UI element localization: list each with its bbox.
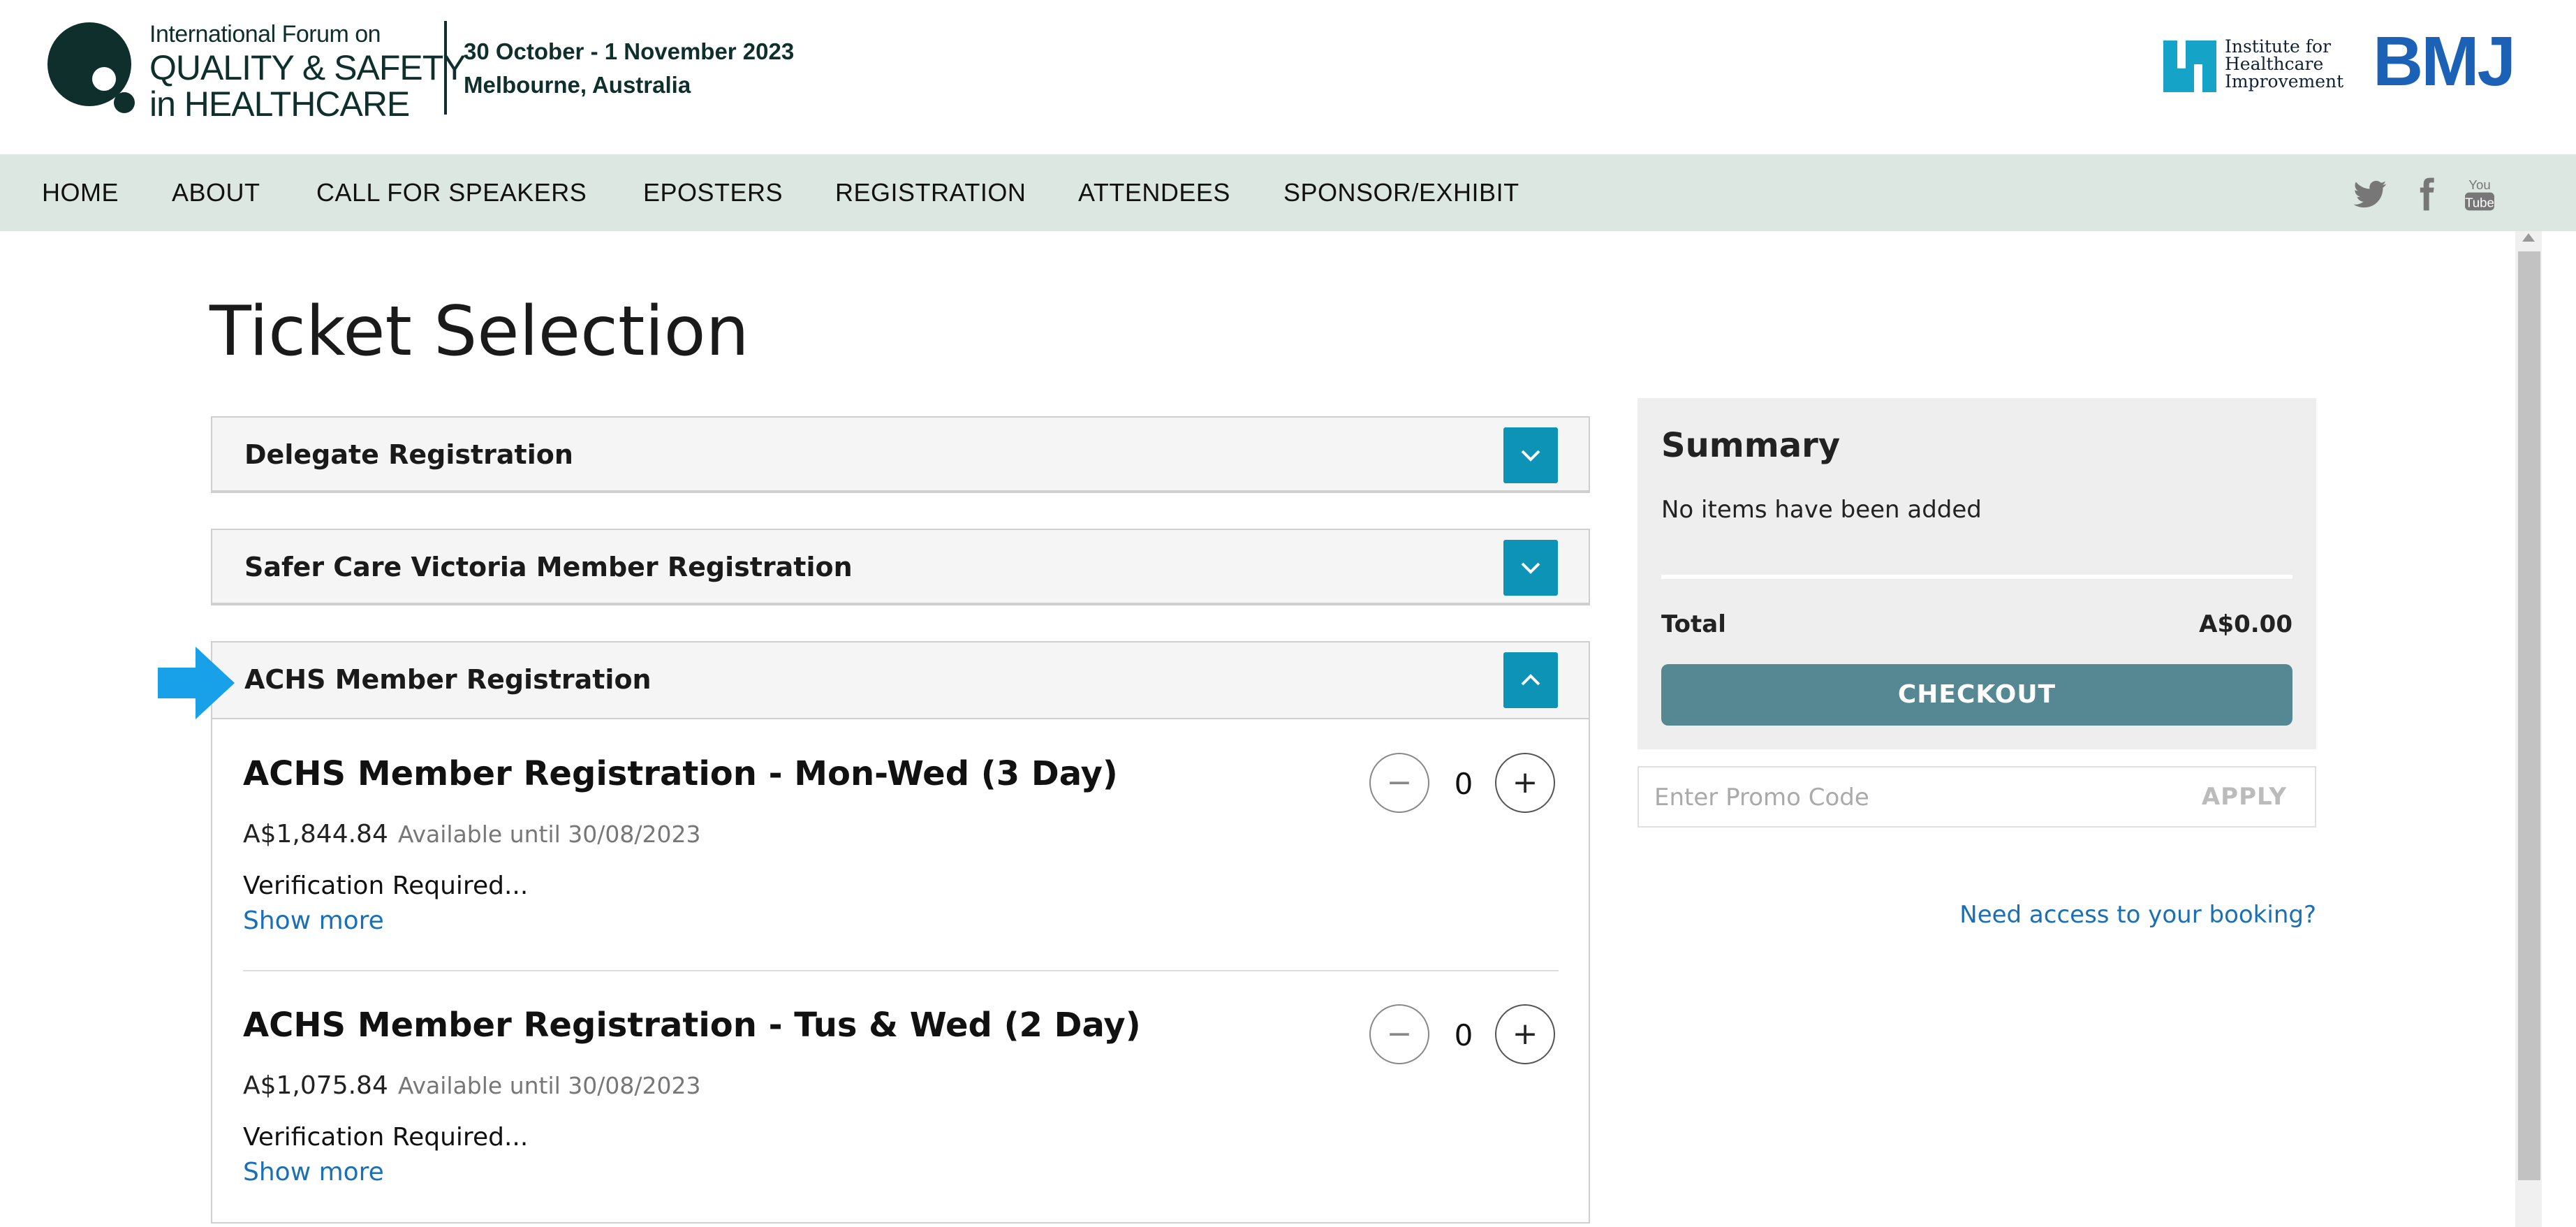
ticket-price-row: A$1,075.84 Available until 30/08/2023 [243, 1071, 701, 1100]
youtube-icon[interactable]: You Tube [2460, 175, 2499, 214]
ticket-price: A$1,844.84 [243, 820, 388, 848]
bmj-logo[interactable]: BMJ [2373, 27, 2516, 96]
event-location: Melbourne, Australia [464, 72, 691, 98]
section-title: ACHS Member Registration [244, 664, 652, 695]
nav-eposters[interactable]: EPOSTERS [643, 154, 783, 231]
total-value: A$0.00 [2199, 610, 2292, 638]
event-info: 30 October - 1 November 2023 Melbourne, … [464, 35, 794, 102]
pointer-arrow-icon [158, 647, 235, 719]
checkout-button[interactable]: CHECKOUT [1661, 664, 2292, 726]
page-title: Ticket Selection [209, 292, 749, 372]
total-label: Total [1661, 610, 1726, 638]
ticket-divider [243, 970, 1559, 971]
section-achs-member[interactable]: ACHS Member Registration [211, 641, 1590, 719]
logo-line: QUALITY & SAFETY [149, 48, 466, 87]
logo-line: in HEALTHCARE [149, 85, 410, 124]
ticket-name: ACHS Member Registration - Mon-Wed (3 Da… [243, 754, 1118, 793]
show-more-link[interactable]: Show more [243, 1158, 384, 1186]
nav-sponsor-exhibit[interactable]: SPONSOR/EXHIBIT [1283, 154, 1519, 231]
nav-registration[interactable]: REGISTRATION [835, 154, 1026, 231]
section-title: Safer Care Victoria Member Registration [244, 552, 853, 582]
ihi-mark-icon [2163, 41, 2216, 92]
svg-text:Tube: Tube [2465, 196, 2494, 210]
chevron-down-icon [1521, 562, 1540, 574]
logo-dot [92, 67, 116, 91]
ticket-description: Verification Required... [243, 1123, 529, 1152]
promo-code-input[interactable] [1653, 767, 2144, 828]
scroll-up-arrow-icon[interactable] [2522, 233, 2535, 242]
expand-button[interactable] [1503, 540, 1558, 596]
order-summary: Summary No items have been added Total A… [1637, 398, 2316, 749]
section-delegate-registration[interactable]: Delegate Registration [211, 416, 1590, 493]
decrease-quantity-button[interactable]: − [1369, 1004, 1429, 1064]
logo-text: International Forum on QUALITY & SAFETY … [149, 22, 466, 122]
section-title: Delegate Registration [244, 439, 573, 470]
ticket-price: A$1,075.84 [243, 1071, 388, 1100]
ticket-availability: Available until 30/08/2023 [397, 821, 701, 848]
apply-promo-button[interactable]: APPLY [2202, 767, 2287, 826]
ticket-price-row: A$1,844.84 Available until 30/08/2023 [243, 820, 701, 848]
booking-access-link[interactable]: Need access to your booking? [1959, 901, 2316, 929]
promo-code-box: APPLY [1637, 766, 2316, 828]
event-dates: 30 October - 1 November 2023 [464, 38, 795, 64]
scrollbar-thumb[interactable] [2518, 251, 2540, 1180]
chevron-down-icon [1521, 450, 1540, 462]
expand-button[interactable] [1503, 427, 1558, 483]
collapse-button[interactable] [1503, 652, 1558, 708]
section-safer-care-victoria[interactable]: Safer Care Victoria Member Registration [211, 529, 1590, 605]
logo-line: International Forum on [149, 21, 381, 47]
twitter-icon[interactable] [2350, 175, 2390, 214]
logo-divider [444, 21, 447, 115]
chevron-up-icon [1521, 674, 1540, 686]
increase-quantity-button[interactable]: + [1495, 753, 1555, 813]
increase-quantity-button[interactable]: + [1495, 1004, 1555, 1064]
facebook-icon[interactable] [2406, 175, 2445, 214]
nav-call-for-speakers[interactable]: CALL FOR SPEAKERS [316, 154, 587, 231]
quantity-value: 0 [1454, 767, 1473, 801]
ticket-availability: Available until 30/08/2023 [397, 1072, 701, 1099]
nav-attendees[interactable]: ATTENDEES [1078, 154, 1230, 231]
decrease-quantity-button[interactable]: − [1369, 753, 1429, 813]
site-header: International Forum on QUALITY & SAFETY … [0, 0, 2576, 154]
ticket-description: Verification Required... [243, 872, 529, 900]
nav-about[interactable]: ABOUT [172, 154, 260, 231]
summary-empty-text: No items have been added [1661, 496, 1982, 524]
summary-divider [1661, 575, 2292, 579]
quantity-value: 0 [1454, 1018, 1473, 1052]
main-nav: HOME ABOUT CALL FOR SPEAKERS EPOSTERS RE… [0, 154, 2576, 231]
nav-home[interactable]: HOME [42, 154, 119, 231]
logo-dot [114, 92, 135, 113]
summary-title: Summary [1661, 426, 1841, 465]
show-more-link[interactable]: Show more [243, 906, 384, 935]
ticket-name: ACHS Member Registration - Tus & Wed (2 … [243, 1006, 1141, 1045]
svg-text:You: You [2468, 177, 2490, 192]
